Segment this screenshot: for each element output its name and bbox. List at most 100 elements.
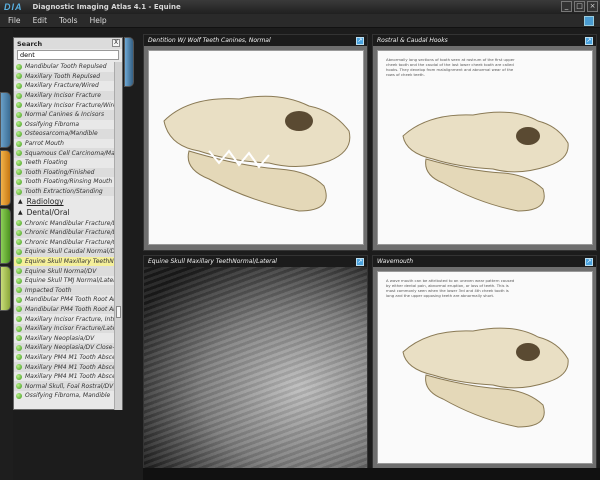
list-item[interactable]: Teeth Floating bbox=[14, 158, 116, 168]
tab-search[interactable] bbox=[0, 150, 11, 206]
list-scrollbar[interactable] bbox=[114, 62, 122, 410]
list-item-label: Maxillary Tooth Repulsed bbox=[25, 72, 101, 80]
expand-icon[interactable]: ↗ bbox=[356, 258, 364, 266]
tab-favorites[interactable] bbox=[0, 208, 11, 264]
menu-file[interactable]: File bbox=[2, 16, 27, 25]
result-bullet-icon bbox=[16, 150, 22, 157]
list-item-label: Normal Canines & Incisors bbox=[25, 111, 105, 119]
list-item[interactable]: Maxillary Incisor Fracture bbox=[14, 90, 116, 101]
list-item[interactable]: Mandibular PM4 Tooth Root Abscess bbox=[14, 295, 116, 305]
viewer-title: Rostral & Caudal Hooks bbox=[373, 35, 596, 46]
scrollbar-thumb[interactable] bbox=[116, 306, 121, 318]
expand-icon[interactable]: ↗ bbox=[585, 37, 593, 45]
category-dental-oral[interactable]: ▲ Dental/Oral bbox=[14, 207, 116, 218]
list-item[interactable]: Tooth Floating/Rinsing Mouth bbox=[14, 177, 116, 187]
list-item-label: Maxillary Incisor Fracture/Lateral bbox=[25, 325, 116, 333]
result-bullet-icon bbox=[16, 354, 22, 361]
list-item[interactable]: Maxillary Fracture/Wired bbox=[14, 81, 116, 91]
list-item[interactable]: Maxillary PM4 M1 Tooth Abscess bbox=[14, 353, 116, 363]
maximize-button[interactable]: □ bbox=[574, 1, 585, 12]
list-item[interactable]: Maxillary PM4 M1 Tooth Abscess bbox=[14, 372, 116, 382]
list-item[interactable]: Maxillary PM4 M1 Tooth Abscess bbox=[14, 362, 116, 372]
tab-browse[interactable] bbox=[0, 92, 11, 148]
expand-icon[interactable]: ↗ bbox=[356, 37, 364, 45]
list-item-label: Maxillary Neoplasia/DV Close-up bbox=[25, 344, 116, 352]
list-item[interactable]: Maxillary Incisor Fracture/Wired bbox=[14, 100, 116, 110]
viewer-top-left[interactable]: Dentition W/ Wolf Teeth Canines, Normal … bbox=[143, 34, 368, 251]
list-item-label: Normal Skull, Foal Rostral/DV bbox=[25, 382, 114, 390]
list-item-label: Maxillary PM4 M1 Tooth Abscess bbox=[25, 373, 116, 381]
list-item[interactable]: Maxillary Tooth Repulsed bbox=[14, 71, 116, 82]
list-item[interactable]: Chronic Mandibular Fracture/Oblique bbox=[14, 238, 116, 248]
menu-bar: File Edit Tools Help bbox=[0, 14, 600, 28]
close-search-button[interactable]: X bbox=[112, 39, 120, 47]
list-item[interactable]: Equine Skull Normal/DV bbox=[14, 266, 116, 276]
list-item[interactable]: Tooth Floating/Finished bbox=[14, 167, 116, 178]
list-item[interactable]: Maxillary Neoplasia/DV bbox=[14, 333, 116, 343]
result-bullet-icon bbox=[16, 296, 22, 303]
list-item[interactable]: Osteosarcoma/Mandible bbox=[14, 129, 116, 139]
list-item[interactable]: Equine Skull Caudal Normal/DV bbox=[14, 247, 116, 257]
search-title: Search bbox=[14, 38, 122, 49]
list-item[interactable]: Maxillary Neoplasia/DV Close-up bbox=[14, 343, 116, 353]
list-item-label: Osteosarcoma/Mandible bbox=[25, 130, 98, 138]
result-bullet-icon bbox=[16, 140, 22, 147]
list-item-label: Maxillary Neoplasia/DV bbox=[25, 334, 95, 342]
list-item[interactable]: Impacted Tooth bbox=[14, 285, 116, 296]
skull-drawing bbox=[402, 111, 569, 212]
result-bullet-icon bbox=[16, 239, 22, 246]
close-button[interactable]: × bbox=[587, 1, 598, 12]
list-item[interactable]: Maxillary Incisor Fracture/Lateral bbox=[14, 323, 116, 334]
list-item-label: Maxillary PM4 M1 Tooth Abscess bbox=[25, 353, 116, 361]
minimize-button[interactable]: _ bbox=[561, 1, 572, 12]
expand-icon[interactable]: ↗ bbox=[585, 258, 593, 266]
result-bullet-icon bbox=[16, 316, 22, 323]
search-input[interactable] bbox=[17, 50, 119, 60]
list-item[interactable]: Tooth Extraction/Standing bbox=[14, 186, 116, 197]
list-item[interactable]: Equine Skull TMJ Normal/Lateral bbox=[14, 276, 116, 286]
result-bullet-icon bbox=[16, 111, 22, 118]
app-logo: DIA bbox=[4, 2, 23, 12]
result-bullet-icon bbox=[16, 121, 22, 128]
list-item[interactable]: Ossifying Fibroma, Mandible bbox=[14, 391, 116, 401]
result-bullet-icon bbox=[16, 392, 22, 399]
tab-handouts[interactable] bbox=[0, 266, 11, 311]
list-item[interactable]: Chronic Mandibular Fracture/Lateral bbox=[14, 227, 116, 238]
result-bullet-icon bbox=[16, 383, 22, 390]
list-item[interactable]: Normal Skull, Foal Rostral/DV bbox=[14, 381, 116, 391]
result-bullet-icon bbox=[16, 130, 22, 137]
list-item[interactable]: Squamous Cell Carcinoma/Maxilla bbox=[14, 148, 116, 158]
list-item[interactable]: Mandibular PM4 Tooth Root Abscess bbox=[14, 304, 116, 315]
list-item-label: Tooth Floating/Finished bbox=[25, 168, 95, 176]
menu-edit[interactable]: Edit bbox=[27, 16, 54, 25]
viewer-bottom-left[interactable]: Equine Skull Maxillary TeethNormal/Later… bbox=[143, 255, 368, 470]
list-item[interactable]: Equine Skull Maxillary TeethNormal bbox=[14, 256, 116, 267]
list-item-label: Parrot Mouth bbox=[25, 140, 64, 148]
list-item-label: Maxillary Incisor Fracture, Intraoral bbox=[25, 315, 116, 323]
list-item-label: Maxillary Fracture/Wired bbox=[25, 82, 99, 90]
list-item-label: Teeth Floating bbox=[25, 159, 68, 167]
layout-icon[interactable] bbox=[584, 16, 594, 26]
list-item[interactable]: Normal Canines & Incisors bbox=[14, 109, 116, 120]
list-item-label: Squamous Cell Carcinoma/Maxilla bbox=[25, 149, 116, 157]
list-item[interactable]: Maxillary Incisor Fracture, Intraoral bbox=[14, 314, 116, 324]
menu-tools[interactable]: Tools bbox=[53, 16, 83, 25]
viewer-bottom-right[interactable]: Wavemouth ↗ A wave mouth can be attribut… bbox=[372, 255, 597, 470]
result-bullet-icon bbox=[16, 325, 22, 332]
list-item[interactable]: Parrot Mouth bbox=[14, 139, 116, 149]
hooks-illustration: Abnormally long sections of tooth seen a… bbox=[377, 50, 593, 245]
list-item-label: Ossifying Fibroma bbox=[25, 120, 80, 128]
list-item[interactable]: Chronic Mandibular Fracture/DV bbox=[14, 218, 116, 228]
category-radiology[interactable]: ▲ Radiology bbox=[14, 196, 116, 207]
list-item[interactable]: Mandibular Tooth Repulsed bbox=[14, 62, 116, 72]
collapse-panel-tab[interactable] bbox=[124, 37, 134, 87]
skull-drawing bbox=[402, 327, 569, 428]
list-item[interactable]: Ossifying Fibroma bbox=[14, 120, 116, 130]
result-bullet-icon bbox=[16, 268, 22, 275]
result-bullet-icon bbox=[16, 287, 22, 294]
viewer-top-right[interactable]: Rostral & Caudal Hooks ↗ Abnormally long… bbox=[372, 34, 597, 251]
list-item-label: Mandibular PM4 Tooth Root Abscess bbox=[25, 305, 116, 313]
menu-help[interactable]: Help bbox=[84, 16, 113, 25]
radiograph-image bbox=[144, 267, 367, 469]
list-item-label: Mandibular Tooth Repulsed bbox=[25, 63, 107, 71]
